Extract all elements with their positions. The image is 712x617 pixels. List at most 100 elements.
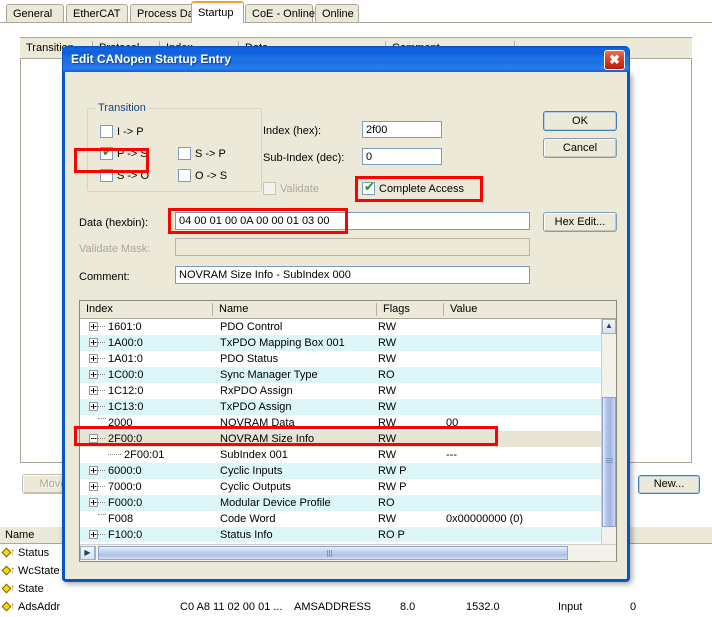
- table-row[interactable]: 1C12:0 RxPDO Assign RW: [80, 383, 601, 399]
- table-row[interactable]: F000:0 Modular Device Profile RO: [80, 495, 601, 511]
- object-dictionary-tree[interactable]: Index Name Flags Value 1601:0 PDO Contro…: [79, 300, 617, 562]
- cell-index: 7000:0: [108, 481, 142, 493]
- sub-index-input[interactable]: 0: [362, 148, 442, 165]
- cell-name: PDO Status: [220, 353, 279, 365]
- checkbox-label: Complete Access: [379, 183, 464, 195]
- cell-name: SubIndex 001: [220, 449, 288, 461]
- column-header-value[interactable]: Value: [444, 301, 564, 318]
- table-row[interactable]: 1601:0 PDO Control RW: [80, 319, 601, 335]
- dialog-title-bar[interactable]: Edit CANopen Startup Entry ✖: [62, 46, 630, 72]
- cell-flags: RW P: [378, 465, 407, 477]
- cell-index: 1C12:0: [108, 385, 144, 397]
- tab-general-label: General: [13, 8, 53, 20]
- column-header-index[interactable]: Index: [80, 301, 212, 318]
- transition-groupbox: Transition I -> P ✔ P -> S S -> P S -> O…: [87, 102, 262, 192]
- horizontal-scrollbar[interactable]: ◀ ▶: [80, 544, 616, 561]
- cell-name: Sync Manager Type: [220, 369, 318, 381]
- variable-online: C0 A8 11 02 00 01 ...: [180, 601, 283, 613]
- variable-inout: Input: [558, 601, 583, 613]
- object-dictionary-rows[interactable]: 1601:0 PDO Control RW 1A00:0 TxPDO Mappi…: [80, 319, 601, 542]
- table-row[interactable]: F100:0 Status Info RO P: [80, 527, 601, 542]
- tab-online-label: Online: [322, 8, 354, 20]
- cell-index: 2F00:0: [108, 433, 143, 445]
- table-row[interactable]: 2000 NOVRAM Data RW 00: [80, 415, 601, 431]
- cell-index: 1A00:0: [108, 337, 143, 349]
- variable-addr: 1532.0: [466, 601, 500, 613]
- data-hexbin-label: Data (hexbin):: [79, 217, 149, 229]
- validate-mask-label: Validate Mask:: [79, 243, 151, 255]
- transition-legend: Transition: [95, 102, 149, 114]
- index-input[interactable]: 2f00: [362, 121, 442, 138]
- cell-index: F000:0: [108, 497, 143, 509]
- cell-value: 00: [446, 417, 459, 429]
- cell-flags: RW: [378, 417, 397, 429]
- table-row[interactable]: 7000:0 Cyclic Outputs RW P: [80, 479, 601, 495]
- checkbox-box[interactable]: [178, 169, 191, 182]
- checkbox-label: P -> S: [117, 148, 148, 160]
- variable-icon: ↑: [1, 584, 15, 594]
- tab-startup[interactable]: Startup: [191, 1, 244, 23]
- cell-index: 1C13:0: [108, 401, 144, 413]
- checkbox-box[interactable]: [178, 147, 191, 160]
- validate-mask-input: [175, 238, 530, 256]
- check-icon: ✔: [364, 180, 375, 195]
- table-row[interactable]: 6000:0 Cyclic Inputs RW P: [80, 463, 601, 479]
- tab-online[interactable]: Online: [315, 4, 359, 22]
- variable-name: State: [18, 583, 44, 595]
- table-row[interactable]: 1A00:0 TxPDO Mapping Box 001 RW: [80, 335, 601, 351]
- check-icon: ✔: [102, 145, 113, 160]
- cell-index: 2000: [108, 417, 133, 429]
- checkbox-box[interactable]: [100, 169, 113, 182]
- tab-coe-online[interactable]: CoE - Online: [245, 4, 315, 22]
- vertical-scrollbar[interactable]: ▲ ▼: [601, 319, 616, 562]
- checkbox-box[interactable]: ✔: [362, 180, 375, 195]
- column-header-flags[interactable]: Flags: [377, 301, 443, 318]
- ok-button[interactable]: OK: [543, 111, 617, 131]
- hex-edit-button[interactable]: Hex Edit...: [543, 212, 617, 232]
- cell-flags: RW: [378, 321, 397, 333]
- cell-name: Code Word: [220, 513, 276, 525]
- table-row[interactable]: 1C00:0 Sync Manager Type RO: [80, 367, 601, 383]
- cell-value: 0x00000000 (0): [446, 513, 524, 525]
- cell-name: Status Info: [220, 529, 273, 541]
- chevron-right-icon[interactable]: ▶: [80, 546, 95, 560]
- cell-index: F008: [108, 513, 134, 525]
- object-dictionary-header: Index Name Flags Value: [80, 301, 616, 319]
- variable-name: AdsAddr: [18, 601, 61, 613]
- cell-flags: RW: [378, 449, 397, 461]
- data-hexbin-input[interactable]: 04 00 01 00 0A 00 00 01 03 00: [175, 212, 530, 230]
- cell-name: Cyclic Outputs: [220, 481, 291, 493]
- checkbox-box[interactable]: [100, 125, 113, 138]
- cell-index: 1A01:0: [108, 353, 143, 365]
- tab-ethercat[interactable]: EtherCAT: [66, 4, 128, 22]
- comment-input[interactable]: NOVRAM Size Info - SubIndex 000: [175, 266, 530, 284]
- cell-name: Cyclic Inputs: [220, 465, 283, 477]
- checkbox-label: Validate: [280, 183, 319, 195]
- scrollbar-thumb[interactable]: [98, 546, 568, 560]
- cell-index: 6000:0: [108, 465, 142, 477]
- cell-flags: RW: [378, 385, 397, 397]
- variable-type: AMSADDRESS: [294, 601, 372, 613]
- scrollbar-thumb[interactable]: [602, 397, 616, 527]
- column-header-name[interactable]: Name: [213, 301, 376, 318]
- comment-label: Comment:: [79, 271, 130, 283]
- dialog-title: Edit CANopen Startup Entry: [71, 52, 232, 66]
- cell-flags: RO: [378, 497, 395, 509]
- table-row[interactable]: 2F00:0 NOVRAM Size Info RW: [80, 431, 601, 447]
- variable-name: Status: [18, 547, 50, 559]
- table-row[interactable]: 2F00:01 SubIndex 001 RW ---: [80, 447, 601, 463]
- table-row[interactable]: F008 Code Word RW 0x00000000 (0): [80, 511, 601, 527]
- chevron-up-icon[interactable]: ▲: [602, 319, 616, 334]
- checkbox-box[interactable]: ✔: [100, 145, 113, 160]
- cell-value: ---: [446, 449, 457, 461]
- tab-strip: General EtherCAT Process Data Startup Co…: [0, 0, 712, 23]
- new-button[interactable]: New...: [638, 475, 700, 494]
- table-row[interactable]: 1A01:0 PDO Status RW: [80, 351, 601, 367]
- cell-name: NOVRAM Size Info: [220, 433, 315, 445]
- cell-flags: RW: [378, 433, 397, 445]
- cell-flags: RO P: [378, 529, 405, 541]
- close-icon[interactable]: ✖: [604, 50, 625, 70]
- tab-general[interactable]: General: [6, 4, 64, 22]
- cancel-button[interactable]: Cancel: [543, 138, 617, 158]
- table-row[interactable]: 1C13:0 TxPDO Assign RW: [80, 399, 601, 415]
